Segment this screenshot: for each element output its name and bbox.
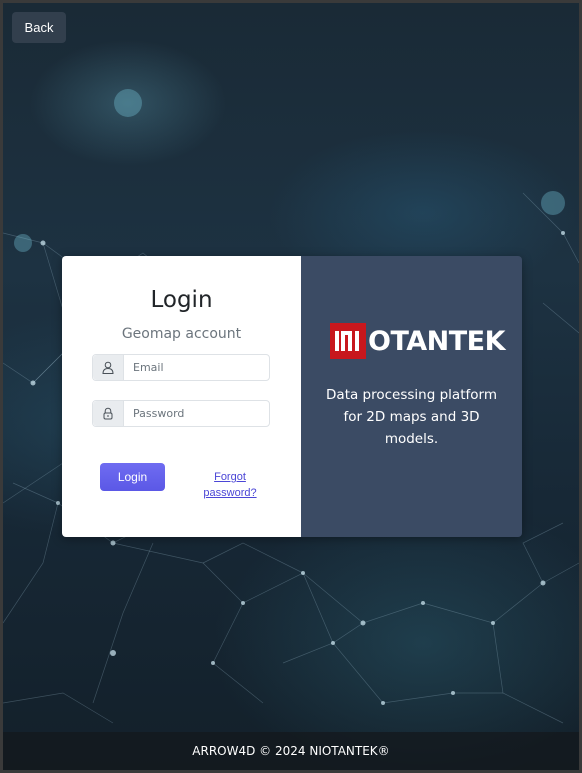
password-field[interactable] [124,401,269,426]
password-input-group [92,400,270,427]
platform-tagline: Data processing platform for 2D maps and… [326,387,497,447]
forgot-password-link[interactable]: Forgot password? [200,469,260,501]
logo-text: OTANTEK [368,325,506,357]
login-card: Login Geomap account Email Login Forgot … [62,256,522,537]
login-subtitle: Geomap account [121,326,242,342]
email-input-group [92,354,270,381]
brand-panel: OTANTEK Data processing platform for 2D … [301,256,522,537]
logo-mark [330,323,366,359]
back-button[interactable]: Back [12,12,66,43]
lock-icon [93,401,124,426]
user-icon [93,355,124,380]
niotantek-logo: OTANTEK [330,323,506,359]
email-field[interactable] [124,355,269,380]
login-page: Back Login Geomap account Email Login Fo… [0,0,582,773]
footer-copyright: ARROW4D © 2024 NIOTANTEK® [3,732,579,770]
login-form-panel: Login Geomap account Email Login Forgot … [62,256,301,537]
login-title: Login [150,287,213,313]
login-button[interactable]: Login [100,463,165,491]
